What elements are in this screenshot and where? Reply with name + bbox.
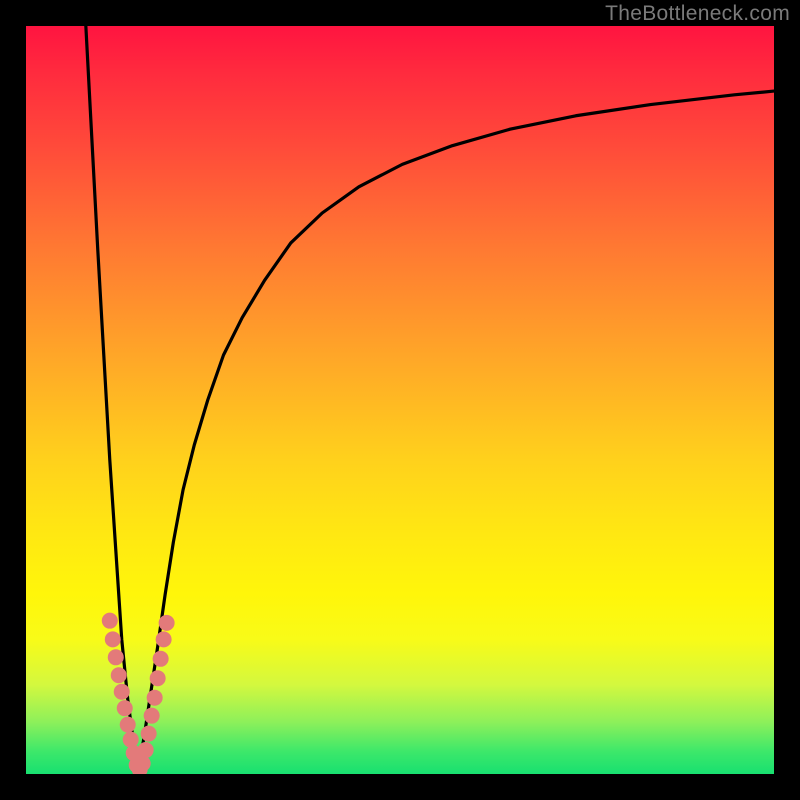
curve-group	[86, 26, 774, 774]
marker-dot	[159, 615, 175, 631]
marker-dot	[123, 732, 139, 748]
right-branch-line	[137, 91, 774, 774]
marker-dot	[120, 717, 136, 733]
marker-dot	[105, 631, 121, 647]
marker-dot	[135, 756, 151, 772]
chart-svg	[26, 26, 774, 774]
watermark-text: TheBottleneck.com	[605, 2, 790, 26]
marker-dot	[153, 651, 169, 667]
plot-area	[26, 26, 774, 774]
marker-dot	[144, 708, 160, 724]
marker-dot	[102, 613, 118, 629]
marker-dot	[147, 690, 163, 706]
marker-dot	[117, 700, 133, 716]
marker-dot	[108, 649, 124, 665]
marker-dot	[114, 684, 130, 700]
marker-dots	[102, 613, 175, 774]
marker-dot	[138, 742, 154, 758]
marker-dot	[111, 667, 127, 683]
marker-dot	[150, 670, 166, 686]
chart-frame: TheBottleneck.com	[0, 0, 800, 800]
marker-dot	[141, 726, 157, 742]
marker-dot	[156, 631, 172, 647]
